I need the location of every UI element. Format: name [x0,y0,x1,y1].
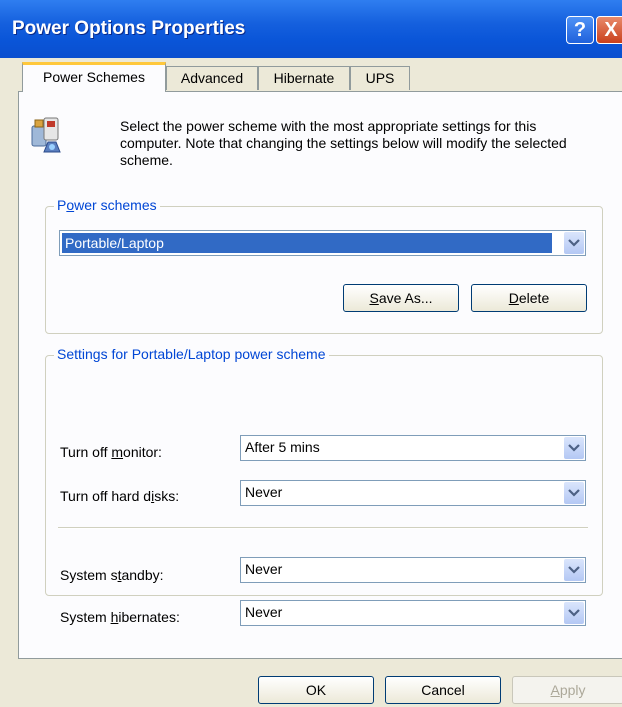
dropdown-arrow-icon[interactable] [564,602,584,624]
dropdown-arrow-icon[interactable] [564,437,584,459]
close-icon: X [604,19,618,41]
system-hibernates-select[interactable]: Never [240,600,586,626]
system-standby-label: System standby: [60,567,164,583]
dropdown-arrow-icon[interactable] [564,232,584,254]
help-button[interactable]: ? [566,16,594,44]
turn-off-monitor-label: Turn off monitor: [60,444,162,460]
turn-off-hard-disks-label: Turn off hard disks: [60,488,180,504]
dropdown-arrow-icon[interactable] [564,482,584,504]
system-standby-value: Never [245,561,283,577]
ok-button[interactable]: OK [258,676,374,704]
power-schemes-group [45,206,603,334]
system-hibernates-value: Never [245,604,283,620]
power-scheme-icon [31,117,61,153]
power-scheme-select[interactable]: Portable/Laptop [59,230,586,256]
power-scheme-value: Portable/Laptop [61,232,553,254]
window-title: Power Options Properties [12,18,246,39]
title-bar[interactable]: Power Options Properties ? X [0,0,622,58]
turn-off-hard-disks-select[interactable]: Never [240,480,586,506]
scheme-description: Select the power scheme with the most ap… [120,118,567,168]
settings-separator [58,527,588,529]
tab-power-schemes[interactable]: Power Schemes [22,62,166,92]
cancel-button[interactable]: Cancel [385,676,501,704]
tab-content: Select the power scheme with the most ap… [0,58,622,707]
help-icon: ? [573,19,587,41]
dropdown-arrow-icon[interactable] [564,559,584,581]
delete-button[interactable]: Delete [471,284,587,312]
turn-off-hard-disks-value: Never [245,484,283,500]
save-as-button[interactable]: Save As... [343,284,459,312]
system-standby-select[interactable]: Never [240,557,586,583]
system-hibernates-label: System hibernates: [60,609,180,625]
scheme-settings-legend: Settings for Portable/Laptop power schem… [54,346,329,362]
power-schemes-legend: Power schemes [54,197,160,213]
apply-button[interactable]: Apply [512,676,622,704]
turn-off-monitor-select[interactable]: After 5 mins [240,435,586,461]
turn-off-monitor-value: After 5 mins [245,439,320,455]
close-button[interactable]: X [596,16,622,44]
